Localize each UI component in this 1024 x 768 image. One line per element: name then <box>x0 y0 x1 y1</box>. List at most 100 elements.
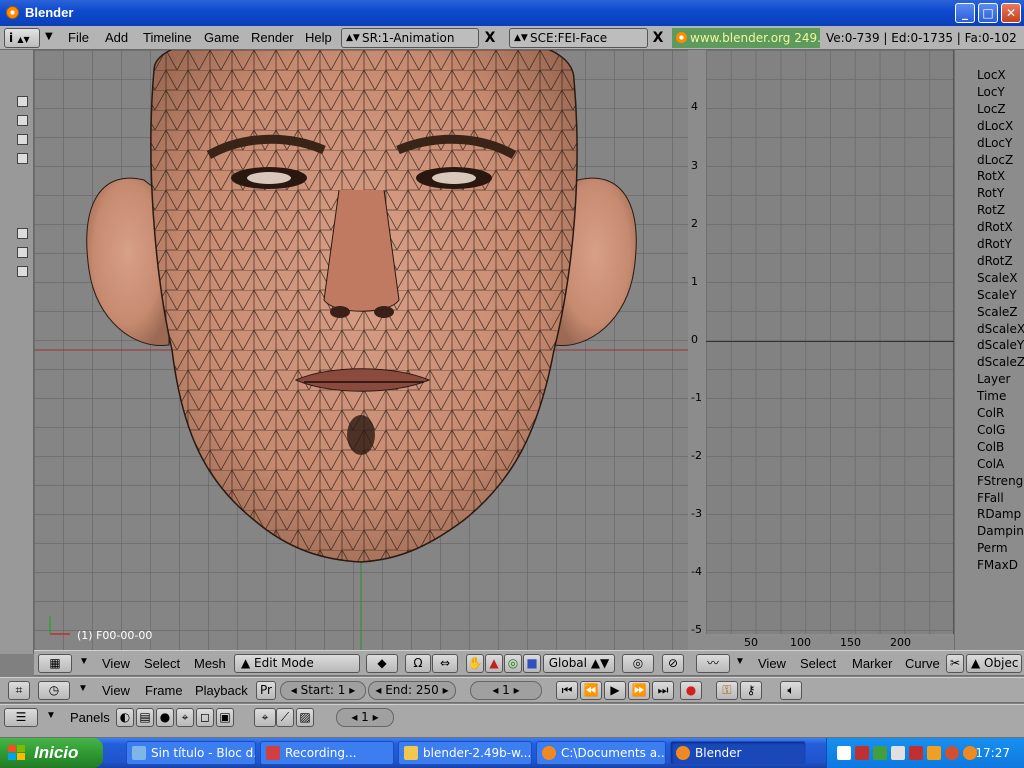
info-window-type-button[interactable]: i ▲▼ <box>4 28 40 48</box>
ipo-channel-fstreng[interactable]: FStreng <box>977 474 1023 488</box>
tray-network-icon[interactable] <box>855 746 869 760</box>
minimize-button[interactable]: _ <box>955 3 975 23</box>
ipo-channel-roty[interactable]: RotY <box>977 186 1004 200</box>
menu-view[interactable]: View <box>758 656 786 671</box>
menu-view[interactable]: View <box>102 656 130 671</box>
menu-playback[interactable]: Playback <box>195 683 248 698</box>
3d-viewport[interactable]: (1) F00-00-00 <box>34 50 688 650</box>
task-blender[interactable]: Blender <box>670 741 806 765</box>
ipo-channel-scaley[interactable]: ScaleY <box>977 288 1017 302</box>
mode-selector[interactable]: ▲ Edit Mode <box>234 654 360 673</box>
pivot-icon[interactable]: Ω <box>405 654 431 673</box>
ipo-channel-locz[interactable]: LocZ <box>977 102 1006 116</box>
widget-toggle-icon[interactable]: ⇔ <box>432 654 458 673</box>
record-icon[interactable]: ● <box>680 681 702 700</box>
menu-curve[interactable]: Curve <box>905 656 940 671</box>
node-icon[interactable]: ⌗ <box>8 681 30 700</box>
ipo-channel-dlocy[interactable]: dLocY <box>977 136 1012 150</box>
ipo-channel-locy[interactable]: LocY <box>977 85 1005 99</box>
ipo-channel-rdamp[interactable]: RDamp <box>977 507 1021 521</box>
ipo-curve-editor[interactable]: 4 3 2 1 0 -1 -2 -3 -4 -5 50 100 150 200 … <box>688 50 1024 654</box>
ipo-channel-drotz[interactable]: dRotZ <box>977 254 1013 268</box>
task-notepad[interactable]: Sin título - Bloc d... <box>126 741 256 765</box>
collapse-triangle-icon[interactable]: ▼ <box>79 656 89 667</box>
menu-render[interactable]: Render <box>251 30 294 45</box>
ipo-channel-damping[interactable]: Damping <box>977 524 1024 538</box>
current-frame-field[interactable]: ◂ 1 ▸ <box>470 681 542 700</box>
image-icon[interactable] <box>17 228 28 239</box>
blender-url-link[interactable]: www.blender.org 249.2 <box>672 28 820 48</box>
object-icon[interactable]: ⌖ <box>176 708 194 727</box>
window-type-grid-icon[interactable]: ▦ <box>38 654 72 673</box>
draw-type-icon[interactable]: ◆ <box>366 654 398 673</box>
preview-range-button[interactable]: Pr <box>256 681 276 700</box>
ipo-channel-rotx[interactable]: RotX <box>977 169 1005 183</box>
edge-select-icon[interactable]: ⟋ <box>276 708 294 727</box>
tray-volume-icon[interactable] <box>873 746 887 760</box>
ipo-channel-scalex[interactable]: ScaleX <box>977 271 1018 285</box>
grab-hand-icon[interactable]: ✋ <box>466 654 484 673</box>
image-icon[interactable] <box>17 115 28 126</box>
menu-help[interactable]: Help <box>305 30 332 45</box>
screen-selector[interactable]: ▲▼ SR:1-Animation <box>341 28 479 48</box>
logic-icon[interactable]: ◐ <box>116 708 134 727</box>
menu-view[interactable]: View <box>102 683 130 698</box>
prev-key-icon[interactable]: ⏪ <box>580 681 602 700</box>
ipo-channel-dlocz[interactable]: dLocZ <box>977 153 1013 167</box>
ipo-channel-dlocx[interactable]: dLocX <box>977 119 1013 133</box>
orientation-selector[interactable]: Global ▲▼ <box>543 654 615 673</box>
ipo-window-type-icon[interactable]: 〰 <box>696 654 730 673</box>
menu-marker[interactable]: Marker <box>852 656 892 671</box>
menu-select[interactable]: Select <box>144 656 180 671</box>
tray-antivirus-icon[interactable] <box>945 746 959 760</box>
image-icon[interactable] <box>17 247 28 258</box>
menu-add[interactable]: Add <box>105 30 128 45</box>
maximize-button[interactable]: □ <box>978 3 998 23</box>
jump-end-icon[interactable]: ⏭ <box>652 681 674 700</box>
select-square-icon[interactable]: ■ <box>523 654 541 673</box>
ipo-channel-scalez[interactable]: ScaleZ <box>977 305 1018 319</box>
ipo-channel-colb[interactable]: ColB <box>977 440 1004 454</box>
ipo-channel-fmaxd[interactable]: FMaxD <box>977 558 1018 572</box>
ipo-channel-dscalez[interactable]: dScaleZ <box>977 355 1024 369</box>
menu-frame[interactable]: Frame <box>145 683 183 698</box>
key-icon[interactable]: ⚷ <box>740 681 762 700</box>
end-frame-field[interactable]: ◂ End: 250 ▸ <box>368 681 456 700</box>
close-button[interactable]: ✕ <box>1001 3 1021 23</box>
ipo-channel-drotx[interactable]: dRotX <box>977 220 1013 234</box>
delete-screen-button[interactable]: X <box>481 28 499 48</box>
menu-select[interactable]: Select <box>800 656 836 671</box>
ipo-channel-cola[interactable]: ColA <box>977 457 1004 471</box>
ipo-channel-time[interactable]: Time <box>977 389 1006 403</box>
scene-selector[interactable]: ▲▼ SCE:FEI-Face <box>509 28 648 48</box>
menu-file[interactable]: File <box>68 30 89 45</box>
scale-circle-icon[interactable]: ◎ <box>504 654 522 673</box>
next-key-icon[interactable]: ⏩ <box>628 681 650 700</box>
ipo-channel-dscaley[interactable]: dScaleY <box>977 338 1024 352</box>
image-icon[interactable] <box>17 134 28 145</box>
shading-icon[interactable]: ● <box>156 708 174 727</box>
tray-app-icon[interactable] <box>837 746 851 760</box>
timeline-window-type-icon[interactable]: ◷ <box>38 681 70 700</box>
collapse-triangle-icon[interactable]: ▼ <box>46 710 56 721</box>
scene-icon[interactable]: ▣ <box>216 708 234 727</box>
pin-icon[interactable]: ✂ <box>946 654 964 673</box>
vertex-select-icon[interactable]: ⌖ <box>254 708 276 727</box>
tray-update-icon[interactable] <box>891 746 905 760</box>
image-icon[interactable] <box>17 96 28 107</box>
collapse-triangle-icon[interactable]: ▼ <box>78 683 88 694</box>
task-recording[interactable]: Recording... <box>260 741 394 765</box>
ipo-channel-colg[interactable]: ColG <box>977 423 1005 437</box>
ipo-channel-rotz[interactable]: RotZ <box>977 203 1005 217</box>
image-icon[interactable] <box>17 266 28 277</box>
ipo-channel-droty[interactable]: dRotY <box>977 237 1012 251</box>
tray-security-icon[interactable] <box>909 746 923 760</box>
face-select-icon[interactable]: ▨ <box>296 708 314 727</box>
buttons-window-type-icon[interactable]: ☰ <box>4 708 38 727</box>
ipo-channel-locx[interactable]: LocX <box>977 68 1006 82</box>
ipo-channel-dscalex[interactable]: dScaleX <box>977 322 1024 336</box>
menu-timeline[interactable]: Timeline <box>143 30 192 45</box>
ipo-type-selector[interactable]: ▲ Objec <box>966 654 1022 673</box>
ipo-channel-ffall[interactable]: FFall <box>977 491 1004 505</box>
rotate-triangle-icon[interactable]: ▲ <box>485 654 503 673</box>
